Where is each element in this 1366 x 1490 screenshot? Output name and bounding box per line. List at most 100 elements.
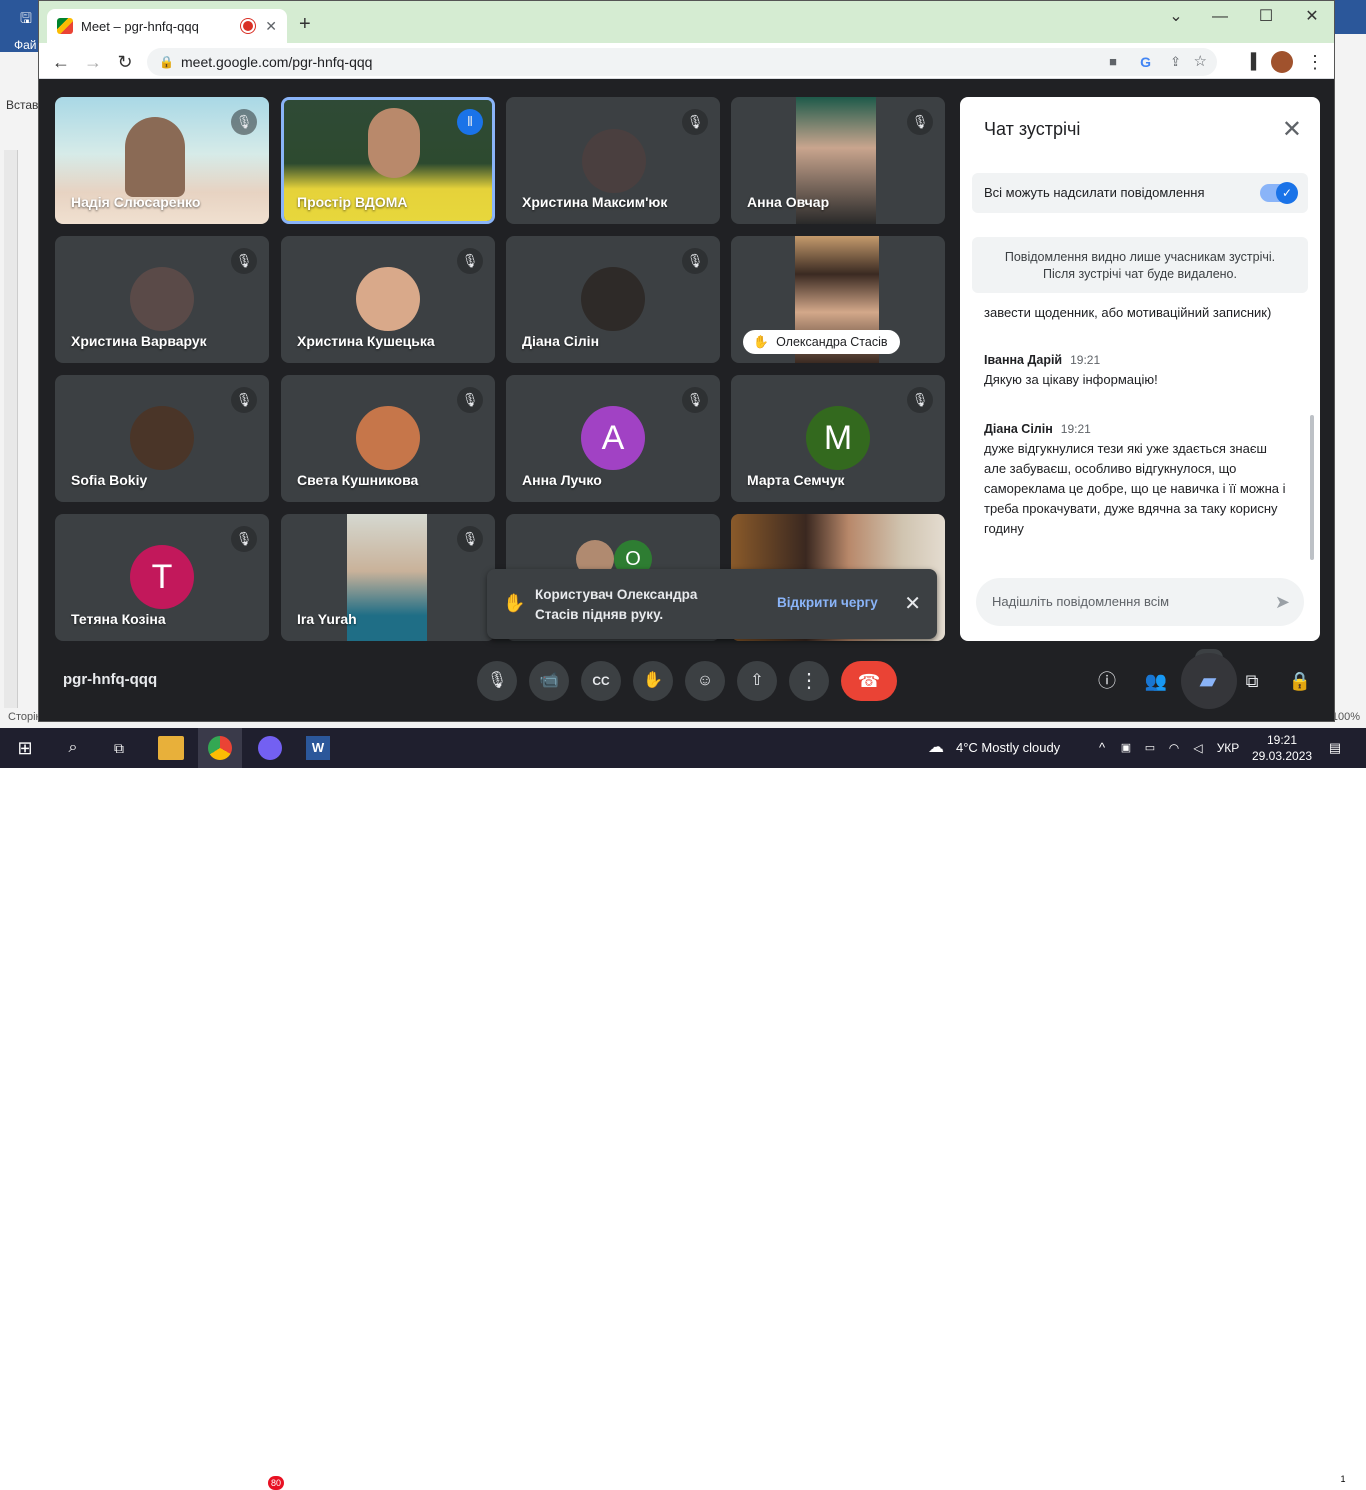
avatar [581,267,645,331]
chat-icon[interactable]: ▰ [1192,665,1224,697]
close-window-button[interactable]: ✕ [1297,7,1327,27]
bookmark-star-icon[interactable]: ☆ [1194,48,1207,76]
task-view-icon[interactable]: ⧉ [108,736,130,760]
side-panel-icon[interactable]: ▐ [1239,51,1263,73]
mic-off-icon: 🎙 [907,387,933,413]
open-queue-link[interactable]: Відкрити чергу [777,595,878,610]
participant-tile[interactable]: ✋ Олександра Стасів [731,236,945,363]
participant-tile[interactable]: 🎙 Надія Слюсаренко [55,97,269,224]
windows-start-icon[interactable]: ⊞ [14,736,36,760]
avatar [356,267,420,331]
close-notification-icon[interactable]: ✕ [904,591,921,616]
tray-chevron-icon[interactable]: ^ [1094,736,1110,760]
speaking-icon: ⦀ [457,109,483,135]
close-chat-icon[interactable]: ✕ [1282,115,1302,144]
back-button[interactable]: ← [49,51,73,73]
avatar [582,129,646,193]
save-icon[interactable]: 🖫 [20,8,32,32]
participant-tile[interactable]: M 🎙 Марта Семчук [731,375,945,502]
profile-avatar[interactable] [1271,51,1293,73]
wifi-icon[interactable]: ◠ [1166,736,1182,760]
captions-button[interactable]: CC [581,661,621,701]
participant-tile[interactable]: А 🎙 Анна Лучко [506,375,720,502]
share-icon[interactable]: ⇪ [1170,48,1181,76]
chat-message: Іванна Дарій 19:21 Дякую за цікаву інформ… [984,353,1158,387]
raise-hand-button[interactable]: ✋ [633,661,673,701]
microphone-button[interactable]: 🎙 [477,661,517,701]
google-lens-icon[interactable]: G [1140,48,1151,76]
participant-tile[interactable]: 🎙 Христина Кушецька [281,236,495,363]
notifications-icon[interactable]: ▤ [1324,736,1346,760]
tab-search-icon[interactable]: ⌄ [1161,7,1191,27]
hand-raised-chip: ✋ Олександра Стасів [743,330,900,354]
host-controls-icon[interactable]: 🔒 [1284,665,1316,697]
hand-icon: ✋ [753,335,769,349]
meeting-info-icon[interactable]: ⓘ [1091,665,1123,697]
mic-off-icon: 🎙 [457,526,483,552]
chrome-window: Meet – pgr-hnfq-qqq ✕ + ⌄ — ☐ ✕ ← → ↻ 🔒 … [38,0,1335,722]
activities-icon[interactable]: ⧉ [1236,665,1268,697]
viber-icon[interactable] [258,736,282,760]
file-explorer-icon[interactable] [158,736,184,760]
forward-button[interactable]: → [81,51,105,73]
meet-favicon [57,18,73,34]
participant-tile[interactable]: 🎙 Ira Yurah [281,514,495,641]
tab-close-icon[interactable]: ✕ [265,18,277,35]
camera-icon[interactable]: ■ [1109,48,1117,76]
language-indicator[interactable]: УКР [1214,736,1242,760]
tab-title: Meet – pgr-hnfq-qqq [81,18,199,34]
participant-tile-active[interactable]: ⦀ Простір ВДОМА [281,97,495,224]
minimize-button[interactable]: — [1205,7,1235,27]
weather-cloud-icon: ☁ [928,739,944,756]
participant-tile[interactable]: 🎙 Света Кушникова [281,375,495,502]
tab-strip: Meet – pgr-hnfq-qqq ✕ + ⌄ — ☐ ✕ [39,1,1334,43]
mic-off-icon: 🎙 [682,109,708,135]
reload-button[interactable]: ↻ [113,51,137,73]
participant-tile[interactable]: 🎙 Діана Сілін [506,236,720,363]
participant-tile[interactable]: 🎙 Sofia Bokiy [55,375,269,502]
tab-meet[interactable]: Meet – pgr-hnfq-qqq ✕ [47,9,287,43]
menu-kebab-icon[interactable]: ⋮ [1303,51,1327,73]
participant-tile[interactable]: 🎙 Христина Максим'юк [506,97,720,224]
hand-icon: ✋ [503,593,526,613]
participant-tile[interactable]: T 🎙 Тетяна Козіна [55,514,269,641]
lock-icon[interactable]: 🔒 [159,48,174,76]
avatar [130,406,194,470]
avatar-letter: А [581,406,645,470]
mic-off-icon: 🎙 [682,248,708,274]
maximize-button[interactable]: ☐ [1251,7,1281,27]
search-icon[interactable]: ⌕ [62,736,84,760]
camera-button[interactable]: 📹 [529,661,569,701]
avatar-letter: T [130,545,194,609]
chat-message-input[interactable]: Надішліть повідомлення всім ➤ [976,578,1304,626]
new-tab-button[interactable]: + [299,13,311,36]
raised-hand-notification: ✋ Користувач Олександра Стасів підняв ру… [487,569,937,639]
clock[interactable]: 19:21 29.03.2023 [1252,732,1312,764]
meeting-code: pgr-hnfq-qqq [63,671,158,688]
participant-tile[interactable]: 🎙 Анна Овчар [731,97,945,224]
weather-text[interactable]: 4°C Mostly cloudy [956,736,1086,760]
participant-tile[interactable]: 🎙 Христина Варварук [55,236,269,363]
mic-off-icon: 🎙 [231,526,257,552]
volume-icon[interactable]: ◁ [1190,736,1206,760]
more-options-button[interactable]: ⋮ [789,661,829,701]
battery-icon[interactable]: ▭ [1142,736,1158,760]
chat-notice: Повідомлення видно лише учасникам зустрі… [972,237,1308,293]
end-call-button[interactable]: ☎ [841,661,897,701]
chat-permission-toggle[interactable]: ✓ [1260,182,1298,204]
people-icon[interactable]: 👥 [1140,665,1172,697]
send-icon[interactable]: ➤ [1275,578,1290,626]
word-icon[interactable]: W [306,736,330,760]
chat-scrollbar[interactable] [1310,415,1314,560]
emoji-button[interactable]: ☺ [685,661,725,701]
word-menu-file[interactable]: Фай [14,38,37,52]
chrome-icon [208,736,232,760]
notification-count: 1 [1336,1472,1350,1486]
chat-title: Чат зустрічі [984,119,1081,139]
message-text-partial: завести щоденник, або мотиваційний запис… [984,305,1272,320]
meet-tray-icon[interactable]: ▣ [1118,736,1134,760]
participant-video [347,514,427,641]
address-bar[interactable]: 🔒 meet.google.com/pgr-hnfq-qqq ■ G ⇪ ☆ [147,48,1217,76]
present-screen-button[interactable]: ⇧ [737,661,777,701]
word-paste-label[interactable]: Встав [6,98,38,112]
